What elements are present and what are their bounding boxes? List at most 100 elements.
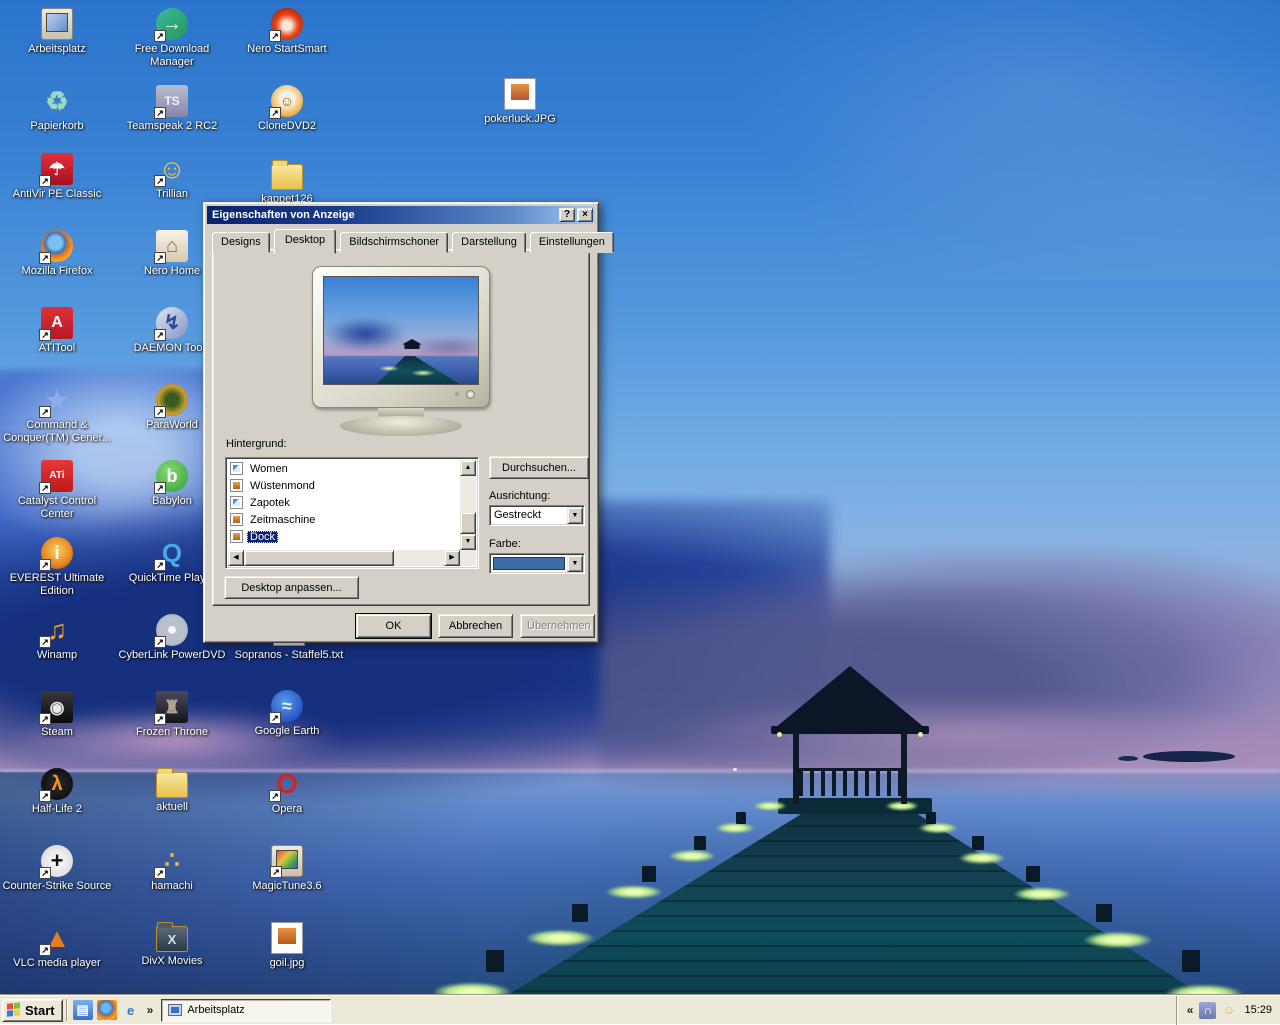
monitor-bezel — [312, 266, 490, 408]
desktop-icon-magictune36[interactable]: MagicTune3.6 — [232, 845, 342, 893]
chevron-down-icon[interactable]: ▼ — [567, 555, 583, 572]
position-combobox[interactable]: Gestreckt ▼ — [489, 505, 585, 526]
wallpaper-zeitmaschine[interactable]: Zeitmaschine — [228, 511, 460, 528]
wallpaper-zapotek[interactable]: Zapotek — [228, 494, 460, 511]
shortcut-arrow-icon — [154, 175, 166, 187]
wallpaper-listbox[interactable]: Women Wüstenmond Zapotek Zeitmas — [225, 457, 479, 569]
firefox-icon[interactable] — [97, 1000, 117, 1020]
app-icon — [156, 772, 188, 798]
desktop-icon-divx-movies[interactable]: X DivX Movies — [117, 922, 227, 968]
tab-desktop[interactable]: Desktop — [274, 229, 336, 254]
horizontal-scrollbar[interactable]: ◀ ▶ — [228, 550, 460, 566]
vertical-scrollbar[interactable]: ▲ ▼ — [460, 460, 476, 566]
desktop-icon-everest-ultimate-edition[interactable]: i EVEREST Ultimate Edition — [2, 537, 112, 598]
app-icon: X — [156, 926, 188, 952]
scroll-up-button[interactable]: ▲ — [460, 460, 476, 476]
scroll-right-button[interactable]: ▶ — [444, 550, 460, 566]
shortcut-arrow-icon — [39, 482, 51, 494]
pier-post — [1026, 866, 1040, 882]
tray-collapse-chevron[interactable]: « — [1183, 1003, 1198, 1017]
chevron-down-icon[interactable]: ▼ — [567, 507, 583, 524]
icon-label: CyberLink PowerDVD — [117, 649, 227, 662]
desktop-icon-teamspeak-2-rc2[interactable]: TS Teamspeak 2 RC2 — [117, 85, 227, 133]
app-icon: ★ — [41, 384, 73, 416]
icon-label: Papierkorb — [2, 120, 112, 133]
desktop-icon-mozilla-firefox[interactable]: Mozilla Firefox — [2, 230, 112, 278]
wallpaper-island — [1143, 751, 1235, 762]
wallpaper-islet — [1118, 756, 1138, 761]
desktop-icon-pokerluck-jpg[interactable]: pokerluck.JPG — [465, 78, 575, 126]
tab-darstellung[interactable]: Darstellung — [452, 232, 526, 253]
desktop-icon-papierkorb[interactable]: ♻ Papierkorb — [2, 85, 112, 133]
scroll-left-button[interactable]: ◀ — [228, 550, 244, 566]
wallpaper-wuestenmond[interactable]: Wüstenmond — [228, 477, 460, 494]
desktop-icon-frozen-throne[interactable]: ♜ Frozen Throne — [117, 691, 227, 739]
scroll-down-button[interactable]: ▼ — [460, 534, 476, 550]
desktop-icon-trillian[interactable]: ☺ Trillian — [117, 153, 227, 201]
tab-einstellungen[interactable]: Einstellungen — [530, 232, 614, 253]
vertical-scroll-thumb[interactable] — [460, 512, 476, 534]
desktop-icon-half-life-2[interactable]: λ Half-Life 2 — [2, 768, 112, 816]
desktop-icon-steam[interactable]: ◉ Steam — [2, 691, 112, 739]
desktop-icon-command-conquer-generals[interactable]: ★ Command & Conquer(TM) Gener... — [2, 384, 112, 445]
wallpaper-women[interactable]: Women — [228, 460, 460, 477]
icon-label: Frozen Throne — [117, 726, 227, 739]
app-icon: ▲ — [41, 922, 73, 954]
desktop-icon-clonedvd2[interactable]: ☺ CloneDVD2 — [232, 85, 342, 133]
start-button[interactable]: Start — [2, 999, 63, 1022]
wallpaper-dock[interactable]: Dock — [228, 528, 460, 545]
horizontal-scroll-thumb[interactable] — [244, 550, 394, 566]
pier-lamp-glow — [1004, 885, 1080, 903]
wallpaper-file-icon — [230, 513, 243, 526]
desktop-icon-kappet126[interactable]: kappet126 — [232, 160, 342, 206]
desktop-icon-atitool[interactable]: A ATITool — [2, 307, 112, 355]
color-combobox[interactable]: ▼ — [489, 553, 585, 574]
desktop-icon-arbeitsplatz[interactable]: Arbeitsplatz — [2, 8, 112, 56]
tab-bildschirmschoner[interactable]: Bildschirmschoner — [340, 232, 448, 253]
show-desktop-icon[interactable]: ▤ — [73, 1000, 93, 1020]
browse-button[interactable]: Durchsuchen... — [489, 456, 589, 479]
apply-button[interactable]: Übernehmen — [520, 614, 595, 638]
ok-button[interactable]: OK — [356, 614, 431, 638]
app-icon: ◉ — [41, 691, 73, 723]
icon-label: Command & Conquer(TM) Gener... — [2, 419, 112, 445]
icon-label: Free Download Manager — [117, 43, 227, 69]
teamspeak-tray-icon[interactable]: ∩ — [1199, 1002, 1216, 1019]
hamachi-tray-icon[interactable]: ☺ — [1220, 1002, 1237, 1019]
desktop-icon-antivir-pe-classic[interactable]: ☂ AntiVir PE Classic — [2, 153, 112, 201]
taskbutton-arbeitsplatz[interactable]: Arbeitsplatz — [161, 999, 331, 1022]
quicklaunch-overflow-chevron[interactable]: » — [143, 1003, 158, 1017]
internet-explorer-icon[interactable]: e — [121, 1000, 141, 1020]
tab-designs[interactable]: Designs — [212, 232, 270, 253]
shortcut-arrow-icon — [269, 712, 281, 724]
dialog-titlebar[interactable]: Eigenschaften von Anzeige ? × — [207, 206, 595, 224]
desktop-icon-catalyst-control-center[interactable]: ATi Catalyst Control Center — [2, 460, 112, 521]
desktop-icon-aktuell[interactable]: aktuell — [117, 768, 227, 814]
shortcut-arrow-icon — [154, 30, 166, 42]
close-button[interactable]: × — [577, 208, 593, 222]
customize-desktop-button[interactable]: Desktop anpassen... — [224, 576, 359, 599]
monitor-led — [455, 392, 459, 396]
icon-label: Steam — [2, 726, 112, 739]
help-button[interactable]: ? — [559, 208, 575, 222]
desktop-icon-winamp[interactable]: ♫ Winamp — [2, 614, 112, 662]
desktop-icon-vlc-media-player[interactable]: ▲ VLC media player — [2, 922, 112, 970]
pier-lamp-glow — [951, 850, 1013, 866]
desktop-icon-goil-jpg[interactable]: goil.jpg — [232, 922, 342, 970]
desktop[interactable]: Arbeitsplatz ♻ Papierkorb ☂ AntiVir PE C… — [0, 0, 1280, 1024]
computer-icon — [168, 1004, 182, 1016]
desktop-icon-nero-startsmart[interactable]: Nero StartSmart — [232, 8, 342, 56]
wallpaper-pink-horizon-right — [570, 686, 1280, 782]
desktop-icon-counter-strike-source[interactable]: + Counter-Strike Source — [2, 845, 112, 893]
pier-lamp-glow — [514, 927, 606, 949]
shortcut-arrow-icon — [154, 107, 166, 119]
cancel-button[interactable]: Abbrechen — [438, 614, 513, 638]
desktop-icon-opera[interactable]: O Opera — [232, 768, 342, 816]
pier-lamp-glow — [880, 800, 924, 812]
desktop-icon-free-download-manager[interactable]: → Free Download Manager — [117, 8, 227, 69]
app-icon — [41, 8, 73, 40]
desktop-icon-hamachi[interactable]: ∴ hamachi — [117, 845, 227, 893]
desktop-icon-google-earth[interactable]: ≈ Google Earth — [232, 690, 342, 738]
desktop-tab-panel: Hintergrund: Women Wüstenmond — [212, 249, 590, 606]
taskbar: Start ▤ e » Arbeitsplatz « ∩ ☺ 15:29 — [0, 995, 1280, 1024]
